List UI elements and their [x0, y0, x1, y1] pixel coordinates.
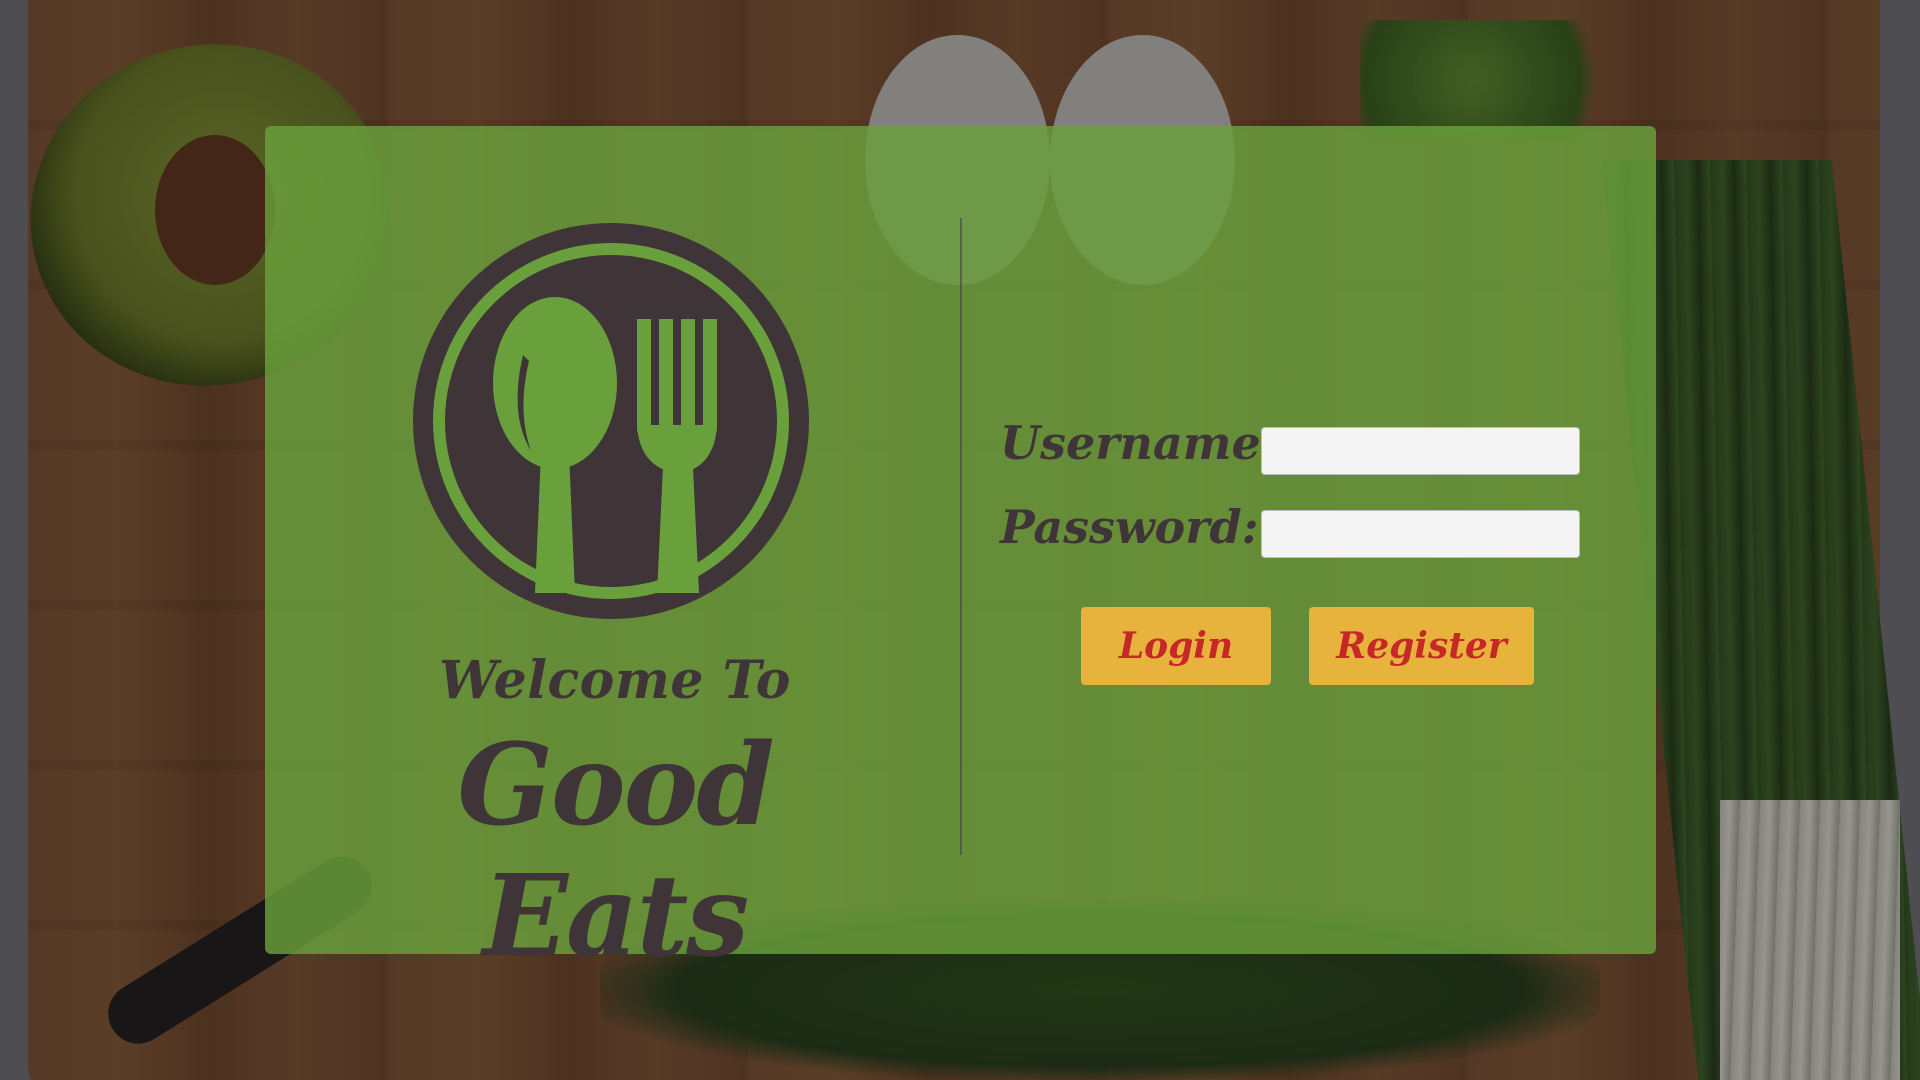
panel-divider [960, 218, 962, 855]
password-input[interactable] [1261, 510, 1580, 558]
avocado-pit-image [155, 135, 275, 285]
brand-name: Good Eats [457, 720, 774, 982]
password-label: Password: [1000, 500, 1259, 554]
username-input[interactable] [1261, 427, 1580, 475]
login-button[interactable]: Login [1081, 607, 1271, 685]
fork-and-spoon-icon [413, 223, 809, 619]
register-button[interactable]: Register [1309, 607, 1534, 685]
welcome-text: Welcome To [439, 650, 791, 711]
username-label: Username: [1000, 416, 1278, 470]
onion-bulbs-image [1720, 800, 1900, 1080]
chopped-greens-image [1360, 20, 1640, 140]
